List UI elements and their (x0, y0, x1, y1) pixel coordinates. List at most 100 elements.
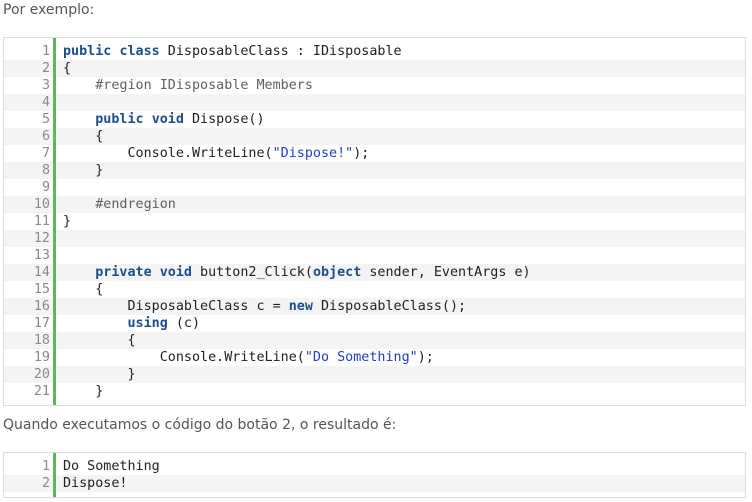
code-line: 4 (4, 94, 745, 111)
code-line: 12 (4, 230, 745, 247)
line-number: 13 (33, 248, 50, 263)
code-token: button2_Click( (192, 265, 313, 280)
code-keyword: public (63, 44, 112, 59)
code-line: 16 DisposableClass c = new DisposableCla… (4, 298, 745, 315)
code-keyword: object (312, 265, 362, 280)
line-number: 7 (41, 146, 50, 161)
code-token: } (63, 163, 104, 178)
code-text: } (56, 366, 745, 383)
code-text: public class DisposableClass : IDisposab… (56, 43, 745, 60)
code-line: 11} (4, 213, 745, 230)
code-token: ); (417, 350, 434, 365)
code-line: 21 } (4, 383, 745, 400)
line-number: 21 (33, 384, 50, 399)
code-string: "Do Something" (304, 350, 418, 365)
code-token: Dispose() (183, 112, 265, 127)
code-token: { (63, 282, 104, 297)
code-text: private void button2_Click(object sender… (56, 264, 745, 281)
code-text: } (56, 162, 745, 179)
code-token: sender, EventArgs e) (361, 265, 531, 280)
intro-paragraph: Por exemplo: (3, 2, 95, 18)
code-line: 2{ (4, 60, 745, 77)
code-line: 18 { (4, 332, 745, 349)
code-token: } (63, 367, 136, 382)
code-line: 7 Console.WriteLine("Dispose!"); (4, 145, 745, 162)
gutter-accent-bar (53, 400, 56, 405)
code-keyword: using (127, 316, 168, 331)
code-text: { (56, 128, 745, 145)
line-number: 5 (41, 112, 50, 127)
code-token: } (63, 384, 104, 399)
code-line: 1 public class DisposableClass : IDisposa… (4, 43, 745, 60)
line-number: 11 (33, 214, 50, 229)
line-number: 18 (33, 333, 50, 348)
code-token: Dispose! (63, 476, 128, 491)
code-line: 1 Do Something (4, 458, 745, 475)
code-line: 20 } (4, 366, 745, 383)
gutter-accent-bar (53, 492, 56, 497)
code-text: using (c) (56, 315, 745, 332)
line-number: 17 (33, 316, 50, 331)
code-token: { (63, 333, 136, 348)
code-text: #endregion (56, 196, 745, 213)
code-text: } (56, 213, 745, 230)
code-line: 3 #region IDisposable Members (4, 77, 745, 94)
line-number: 6 (41, 129, 50, 144)
code-text: Console.WriteLine("Do Something"); (56, 349, 745, 366)
code-token: } (63, 214, 72, 229)
code-line: 15 { (4, 281, 745, 298)
code-text: { (56, 60, 745, 77)
code-token: DisposableClass(); (312, 299, 467, 314)
result-paragraph: Quando executamos o código do botão 2, o… (3, 417, 397, 433)
line-number: 12 (33, 231, 50, 246)
line-number: 8 (41, 163, 50, 178)
code-text: Console.WriteLine("Dispose!"); (56, 145, 745, 162)
code-text: DisposableClass c = new DisposableClass(… (56, 298, 745, 315)
code-line: 14 private void button2_Click(object sen… (4, 264, 745, 281)
code-line: 9 (4, 179, 745, 196)
code-line: 19 Console.WriteLine("Do Something"); (4, 349, 745, 366)
code-line: 13 (4, 247, 745, 264)
line-number: 1 (41, 459, 50, 474)
code-token: { (63, 129, 104, 144)
code-line: 6 { (4, 128, 745, 145)
code-token: { (63, 61, 72, 76)
code-line: 5 public void Dispose() (4, 111, 745, 128)
line-number: 16 (33, 299, 50, 314)
code-line: 8 } (4, 162, 745, 179)
code-block-bottom-padding (4, 400, 745, 405)
code-block-source[interactable]: 1 public class DisposableClass : IDisposa… (3, 37, 746, 406)
code-keyword: public (95, 112, 144, 127)
line-number: 4 (41, 95, 50, 110)
code-text: Dispose! (56, 475, 745, 492)
code-directive: #region IDisposable Members (95, 78, 313, 93)
line-number: 10 (33, 197, 50, 212)
code-text: public void Dispose() (56, 111, 745, 128)
code-block-output[interactable]: 1 Do Something 2 Dispose! (3, 452, 746, 498)
code-line: 10 #endregion (4, 196, 745, 213)
code-line: 17 using (c) (4, 315, 745, 332)
code-string: "Dispose!" (272, 146, 354, 161)
code-token: (c) (167, 316, 201, 331)
code-keyword: class (119, 44, 160, 59)
line-number: 1 (41, 44, 50, 59)
code-token: Console.WriteLine( (63, 350, 305, 365)
code-directive: #endregion (95, 197, 176, 212)
code-text: Do Something (56, 458, 745, 475)
line-number: 15 (33, 282, 50, 297)
code-text: #region IDisposable Members (56, 77, 745, 94)
line-number: 2 (41, 61, 50, 76)
code-keyword: private (95, 265, 152, 280)
line-number: 3 (41, 78, 50, 93)
code-token: DisposableClass c = (63, 299, 289, 314)
